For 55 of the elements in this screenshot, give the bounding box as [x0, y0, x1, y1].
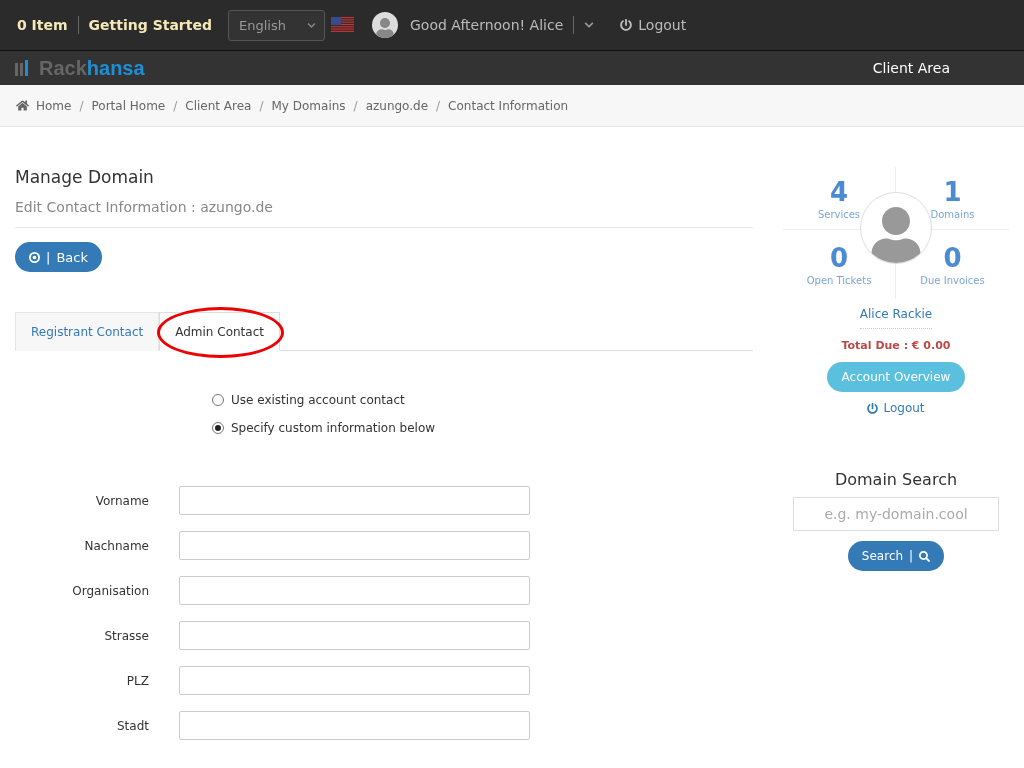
page-title: Manage Domain: [15, 167, 155, 187]
input-field[interactable]: [179, 531, 530, 560]
stat-count: 0: [829, 243, 849, 273]
field-label: Organisation: [71, 583, 150, 598]
breadcrumb-link[interactable]: Home: [36, 98, 72, 113]
field-label: PLZ: [125, 673, 150, 688]
nav-link[interactable]: Client Area: [872, 60, 950, 76]
domain-search-field[interactable]: e.g. my-domain.cool: [793, 497, 999, 531]
flag-icon: [331, 17, 354, 33]
greeting-menu[interactable]: Good Afternoon! Alice: [410, 17, 564, 33]
cart-link[interactable]: 0 Item: [17, 17, 68, 33]
field-label: Strasse: [103, 628, 150, 643]
tab[interactable]: Registrant Contact: [15, 312, 160, 351]
breadcrumb-link[interactable]: azungo.de: [365, 98, 429, 113]
stat-count: 1: [943, 176, 962, 207]
home-icon[interactable]: [16, 99, 29, 112]
input-field[interactable]: [179, 711, 530, 740]
user-name-link[interactable]: Alice Rackie: [859, 307, 933, 329]
power-icon: [620, 19, 633, 31]
language-select[interactable]: English: [228, 9, 325, 41]
breadcrumb-link[interactable]: Client Area: [185, 98, 252, 113]
power-icon: [867, 402, 879, 414]
stat-count: 0: [943, 243, 962, 273]
domain-search-title: Domain Search: [834, 470, 958, 489]
field-label: Vorname: [94, 493, 150, 508]
breadcrumb-current[interactable]: Contact Information: [448, 98, 569, 113]
total-due: Total Due : € 0.00: [841, 339, 951, 352]
getting-started-link[interactable]: Getting Started: [88, 17, 212, 33]
chevron-down-icon: [307, 20, 316, 30]
input-field[interactable]: [179, 576, 530, 605]
breadcrumb-separator: /: [259, 98, 264, 113]
breadcrumb-separator: /: [436, 98, 441, 113]
field-label: Stadt: [116, 718, 150, 733]
logout-link[interactable]: Logout: [620, 17, 687, 33]
breadcrumb-separator: /: [353, 98, 358, 113]
breadcrumb-separator: /: [79, 98, 84, 113]
back-circle-icon: [29, 251, 40, 263]
tab[interactable]: Admin Contact: [159, 312, 280, 351]
back-button[interactable]: | Back: [15, 242, 102, 272]
page-subtitle: Edit Contact Information : azungo.de: [15, 199, 753, 228]
search-icon: [919, 550, 931, 562]
search-button[interactable]: Search |: [847, 541, 945, 571]
breadcrumb-separator: /: [173, 98, 178, 113]
field-label: Nachname: [83, 538, 150, 553]
input-field[interactable]: [179, 666, 530, 695]
avatar-icon: [372, 12, 398, 38]
breadcrumb-link[interactable]: Portal Home: [91, 98, 166, 113]
stat-count: 4: [829, 176, 849, 207]
chevron-down-icon[interactable]: [584, 20, 595, 30]
input-field[interactable]: [179, 621, 530, 650]
input-field[interactable]: [179, 486, 530, 515]
radio-label: Use existing account contact: [231, 393, 405, 407]
breadcrumb-link[interactable]: My Domains: [271, 98, 346, 113]
logout-link[interactable]: Logout: [867, 401, 925, 415]
radio-label: Specify custom information below: [231, 421, 436, 435]
